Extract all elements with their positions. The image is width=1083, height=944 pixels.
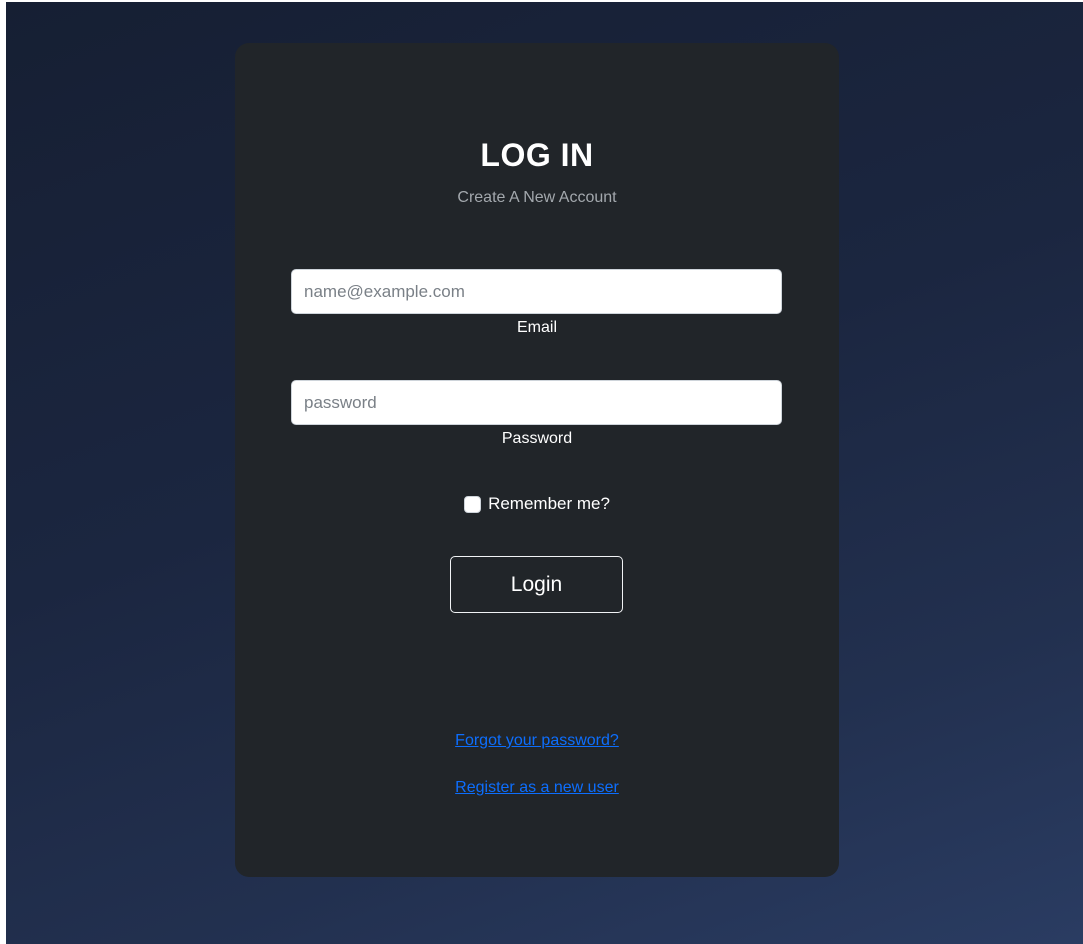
- forgot-password-link[interactable]: Forgot your password?: [455, 732, 619, 749]
- remember-me-row: Remember me?: [235, 494, 839, 514]
- login-card: LOG IN Create A New Account Email Passwo…: [235, 43, 839, 877]
- remember-me-label[interactable]: Remember me?: [488, 494, 610, 514]
- password-label: Password: [501, 430, 573, 447]
- page-title: LOG IN: [480, 137, 594, 173]
- register-link[interactable]: Register as a new user: [455, 779, 619, 796]
- page-subtitle: Create A New Account: [457, 189, 617, 206]
- email-field[interactable]: [291, 269, 782, 314]
- password-field[interactable]: [291, 380, 782, 425]
- register-row: Register as a new user: [235, 779, 839, 797]
- page-background: LOG IN Create A New Account Email Passwo…: [6, 2, 1083, 944]
- email-label: Email: [516, 319, 557, 336]
- forgot-password-row: Forgot your password?: [235, 732, 839, 750]
- remember-me-checkbox[interactable]: [464, 495, 482, 513]
- login-button[interactable]: Login: [450, 556, 623, 613]
